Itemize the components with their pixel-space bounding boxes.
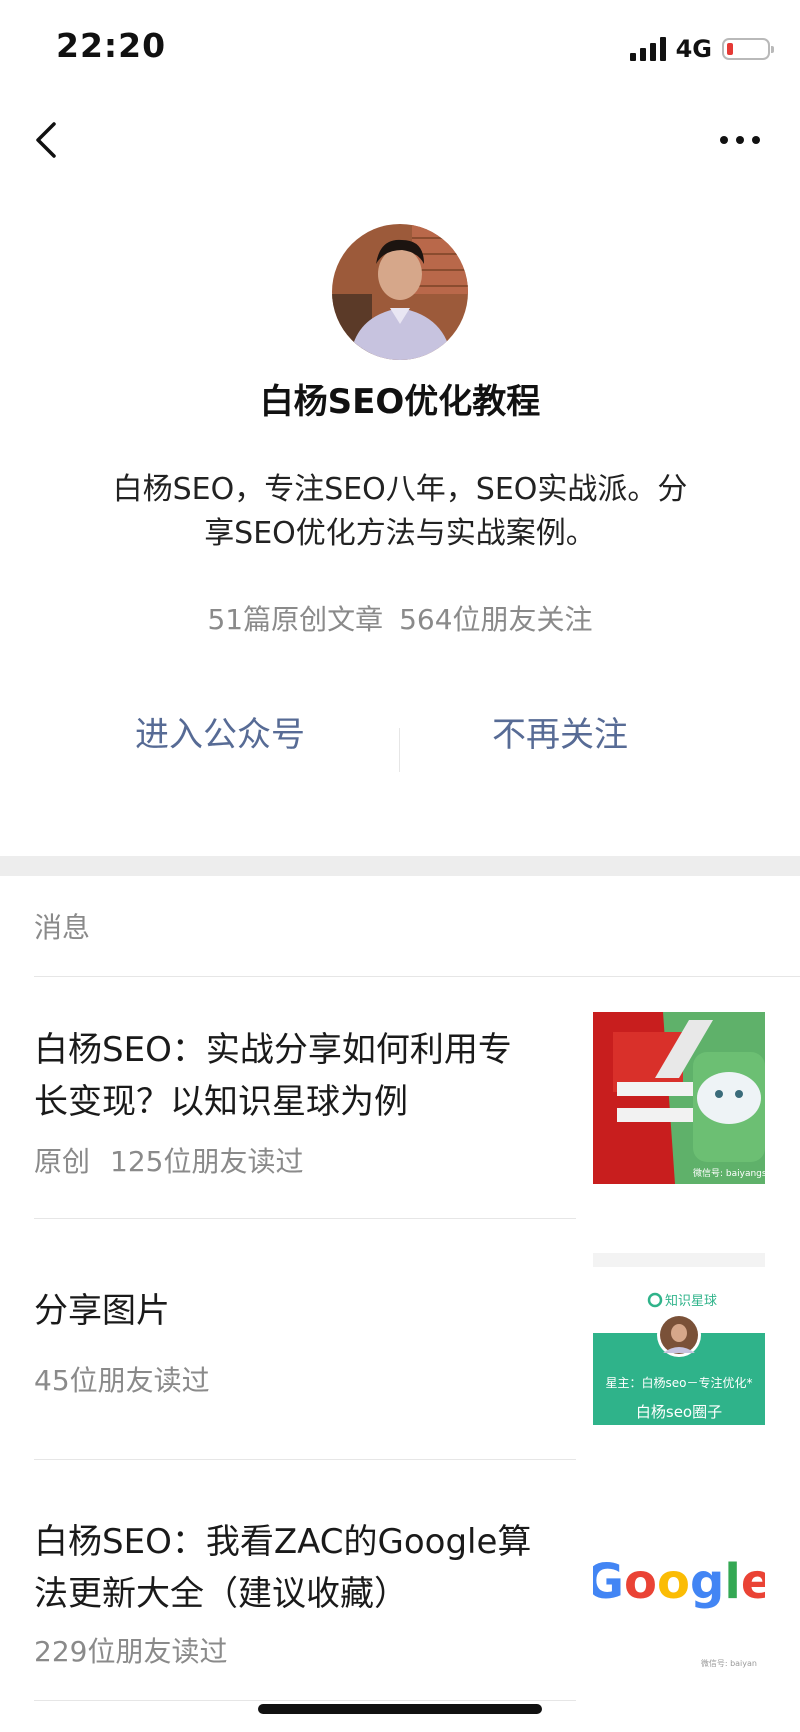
action-row: 进入公众号 不再关注	[0, 700, 800, 772]
title-line: 法更新大全（建议收藏）	[34, 1574, 408, 1614]
thumb-subcaption: 白杨seo圈子	[636, 1403, 722, 1421]
account-name: 白杨SEO优化教程	[259, 382, 541, 422]
message-title: 白杨SEO：实战分享如何利用专 长变现？以知识星球为例	[34, 1024, 554, 1128]
back-button[interactable]	[30, 118, 70, 162]
read-count: 229位朋友读过	[34, 1635, 228, 1668]
title-line: 分享图片	[34, 1291, 170, 1331]
thumb-caption: 星主：白杨seo－专注优化*	[606, 1375, 753, 1390]
more-button[interactable]	[718, 130, 762, 150]
description-line: 享SEO优化方法与实战案例。	[204, 516, 596, 551]
follower-count: 564位朋友关注	[399, 603, 593, 636]
account-stats: 51篇原创文章 564位朋友关注	[0, 598, 800, 638]
message-title: 白杨SEO：我看ZAC的Google算 法更新大全（建议收藏）	[34, 1516, 554, 1620]
divider	[34, 976, 800, 977]
message-meta: 原创 125位朋友读过	[34, 1140, 303, 1180]
message-thumbnail: Google 微信号: baiyan	[593, 1500, 765, 1672]
message-title: 分享图片	[34, 1285, 554, 1337]
status-time: 22:20	[56, 26, 167, 65]
message-thumbnail: 微信号: baiyangseo	[593, 1012, 765, 1184]
messages-section-title: 消息	[34, 911, 91, 944]
unfollow-button[interactable]: 不再关注	[400, 700, 720, 770]
original-tag: 原创	[34, 1145, 91, 1178]
message-meta: 45位朋友读过	[34, 1359, 210, 1399]
message-thumbnail: 知识星球 星主：白杨seo－专注优化* 白杨seo圈子	[593, 1253, 765, 1425]
message-item[interactable]: 白杨SEO：我看ZAC的Google算 法更新大全（建议收藏） 229位朋友读过…	[0, 1460, 800, 1700]
status-bar: 22:20 4G	[0, 0, 800, 100]
account-avatar	[332, 224, 468, 360]
battery-icon	[722, 38, 774, 60]
more-dots-icon	[720, 136, 760, 144]
home-indicator[interactable]	[258, 1704, 542, 1714]
read-count: 125位朋友读过	[110, 1145, 304, 1178]
chevron-left-icon	[36, 122, 56, 158]
thumb-watermark: 微信号: baiyangseo	[693, 1167, 765, 1179]
message-item[interactable]: 分享图片 45位朋友读过 知识星球 星主：白杨seo－专注优化* 白杨seo圈子	[0, 1219, 800, 1459]
thumb-watermark: 微信号: baiyan	[701, 1658, 757, 1668]
description-line: 白杨SEO，专注SEO八年，SEO实战派。分	[112, 472, 688, 507]
section-separator	[0, 856, 800, 876]
read-count: 45位朋友读过	[34, 1364, 210, 1397]
article-count: 51篇原创文章	[207, 603, 384, 636]
title-line: 白杨SEO：我看ZAC的Google算	[34, 1522, 532, 1562]
divider	[34, 1700, 576, 1701]
thumb-header: 知识星球	[665, 1293, 717, 1309]
network-label: 4G	[675, 35, 712, 63]
status-indicators: 4G	[629, 34, 774, 64]
title-line: 长变现？以知识星球为例	[34, 1082, 408, 1122]
signal-icon	[629, 37, 666, 61]
title-line: 白杨SEO：实战分享如何利用专	[34, 1030, 512, 1070]
account-description: 白杨SEO，专注SEO八年，SEO实战派。分 享SEO优化方法与实战案例。	[100, 468, 700, 556]
message-meta: 229位朋友读过	[34, 1630, 227, 1670]
google-logo: Google	[593, 1554, 765, 1610]
enter-account-button[interactable]: 进入公众号	[60, 700, 380, 770]
message-item[interactable]: 白杨SEO：实战分享如何利用专 长变现？以知识星球为例 原创 125位朋友读过 微…	[0, 1000, 800, 1218]
